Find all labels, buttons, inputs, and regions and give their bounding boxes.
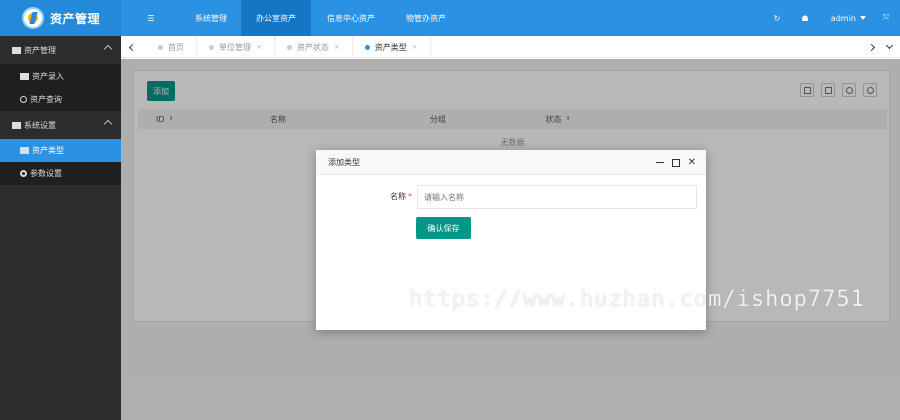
app-logo[interactable]: 资产管理 [0,0,121,36]
sidebar-item-parameter-settings[interactable]: 参数设置 [0,162,121,185]
card-icon [20,147,29,154]
sidebar-group-label: 资产管理 [24,45,56,55]
nav-info-center-assets[interactable]: 信息中心资产 [311,0,391,36]
card-icon [12,46,21,54]
name-label: 名称 * [390,192,412,201]
tab-home[interactable]: 首页 [146,36,197,58]
sidebar-item-label: 资产类型 [32,146,64,155]
sidebar-group-label: 系统设置 [24,120,56,130]
caret-down-icon [860,16,866,20]
sidebar-item-asset-query[interactable]: 资产查询 [0,88,121,111]
sidebar-item-label: 参数设置 [30,169,62,178]
tab-asset-status[interactable]: 资产状态 × [275,36,353,58]
sidebar-item-label: 资产查询 [30,95,62,104]
nav-system-management[interactable]: 系统管理 [181,0,241,36]
dialog-header: 添加类型 ✕ [316,150,706,175]
tabs-menu-chevron-down-icon[interactable] [880,36,898,58]
chevron-up-icon [103,119,113,129]
top-bar: 资产管理 ☰ 系统管理 办公室资产 信息中心资产 物管办资产 ↻ ☗ admin… [0,0,900,36]
tab-dot-icon [158,44,163,50]
confirm-save-button[interactable]: 确认保存 [416,217,471,239]
maximize-icon[interactable] [671,158,680,167]
tab-dot-icon [286,44,292,50]
dialog-title: 添加类型 [328,157,360,167]
sidebar-item-asset-type[interactable]: 资产类型 [0,139,121,162]
sidebar: 资产管理 资产录入 资产查询 系统设置 资产类型 参数设置 [0,36,121,420]
close-icon[interactable]: × [334,43,340,51]
username: admin [830,13,856,23]
plus-square-icon [20,72,29,80]
menu-toggle-icon[interactable]: ☰ [121,0,181,36]
page-tabs: 首页 单位管理 × 资产状态 × 资产类型 × [146,36,431,58]
sidebar-item-label: 资产录入 [32,71,64,81]
refresh-icon[interactable]: ↻ [763,0,791,36]
tab-label: 资产状态 [296,42,329,52]
search-icon [20,96,27,103]
tabs-scroll-left-icon[interactable] [123,36,141,58]
sidebar-group-system-settings[interactable]: 系统设置 [0,111,121,139]
tabs-bar: 首页 单位管理 × 资产状态 × 资产类型 × [121,36,900,58]
tab-unit-management[interactable]: 单位管理 × [197,36,275,58]
watermark: https://www.huzhan.com/ishop7751 [409,287,865,312]
sidebar-item-asset-entry[interactable]: 资产录入 [0,64,121,88]
fullscreen-icon[interactable]: ⤧ [872,0,900,36]
chevron-up-icon [103,44,113,54]
theme-icon[interactable]: ☗ [791,0,819,36]
tab-dot-icon [209,44,214,50]
sidebar-group-asset-management[interactable]: 资产管理 [0,36,121,64]
logo-icon [22,7,44,29]
minimize-icon[interactable] [655,162,664,163]
close-icon[interactable]: ✕ [688,157,696,168]
app-title: 资产管理 [50,11,101,26]
top-nav: ☰ 系统管理 办公室资产 信息中心资产 物管办资产 [121,0,461,36]
dialog-controls: ✕ [655,150,696,175]
sidebar-submenu: 资产类型 参数设置 [0,139,121,185]
nav-office-assets[interactable]: 办公室资产 [241,0,311,36]
gear-icon [20,170,27,177]
user-menu[interactable]: admin [819,14,872,23]
required-mark: * [408,192,412,201]
nav-property-office-assets[interactable]: 物管办资产 [391,0,461,36]
tab-label: 资产类型 [374,42,407,52]
top-right-tools: ↻ ☗ admin ⤧ [763,0,900,36]
card-icon [12,121,21,129]
tab-dot-icon [364,44,370,50]
close-icon[interactable]: × [256,43,262,51]
tab-asset-type[interactable]: 资产类型 × [353,36,431,58]
tabs-scroll-right-icon[interactable] [862,36,880,58]
tab-label: 单位管理 [219,42,251,52]
name-input[interactable] [417,185,697,209]
close-icon[interactable]: × [412,43,418,51]
tab-label: 首页 [168,42,184,52]
sidebar-submenu: 资产录入 资产查询 [0,64,121,111]
name-form-row: 名称 * [316,185,706,209]
